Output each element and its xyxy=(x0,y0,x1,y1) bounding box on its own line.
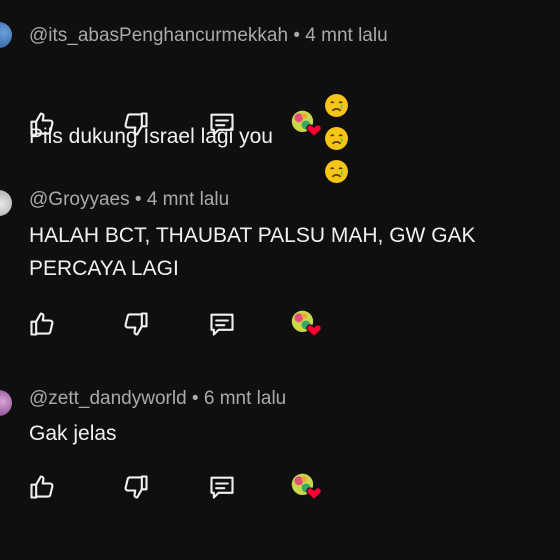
crying-face-emoji xyxy=(324,126,348,150)
like-button[interactable] xyxy=(26,471,58,503)
thumbs-up-icon xyxy=(30,312,54,336)
creator-heart-icon xyxy=(291,473,322,501)
reply-button[interactable] xyxy=(206,108,238,140)
avatar[interactable] xyxy=(0,22,12,48)
timestamp: 6 mnt lalu xyxy=(203,388,287,409)
creator-heart xyxy=(290,471,322,503)
like-button[interactable] xyxy=(26,308,58,340)
thumbs-down-icon xyxy=(124,112,148,136)
thumbs-down-icon xyxy=(124,475,148,499)
thumbs-up-icon xyxy=(30,112,54,136)
crying-face-emoji xyxy=(324,93,348,117)
dislike-button[interactable] xyxy=(120,471,152,503)
author-handle[interactable]: @Groyyaes xyxy=(29,189,130,210)
reply-comment-icon xyxy=(210,313,234,336)
meta-separator: • xyxy=(288,25,306,46)
author-handle[interactable]: @zett_dandyworld xyxy=(29,388,187,409)
crying-face-emoji xyxy=(324,159,348,183)
creator-heart-icon xyxy=(291,310,322,338)
meta-separator: • xyxy=(129,189,147,210)
timestamp: 4 mnt lalu xyxy=(146,189,230,210)
timestamp: 4 mnt lalu xyxy=(305,25,388,46)
thumbs-up-icon xyxy=(30,475,54,499)
thumbs-down-icon xyxy=(124,312,148,336)
comment-text: HALAH BCT, THAUBAT PALSU MAH, GW GAK PER… xyxy=(29,224,476,280)
comment-meta: @Groyyaes • 4 mnt lalu xyxy=(29,189,229,211)
reply-comment-icon xyxy=(210,476,234,499)
meta-separator: • xyxy=(186,388,204,409)
avatar[interactable] xyxy=(0,390,12,416)
reply-comment-icon xyxy=(210,113,234,136)
creator-heart xyxy=(290,108,322,140)
comment-text: Gak jelas xyxy=(29,422,117,445)
creator-heart xyxy=(290,308,322,340)
comment-meta: @zett_dandyworld • 6 mnt lalu xyxy=(29,388,286,410)
like-button[interactable] xyxy=(26,108,58,140)
comment-feed: @its_abasPenghancurmekkah • 4 mnt lalu P… xyxy=(0,0,560,560)
comment-meta: @its_abasPenghancurmekkah • 4 mnt lalu xyxy=(29,25,388,47)
reply-button[interactable] xyxy=(206,308,238,340)
avatar[interactable] xyxy=(0,190,12,216)
dislike-button[interactable] xyxy=(120,308,152,340)
reply-button[interactable] xyxy=(206,471,238,503)
author-handle[interactable]: @its_abasPenghancurmekkah xyxy=(29,25,288,46)
dislike-button[interactable] xyxy=(120,108,152,140)
creator-heart-icon xyxy=(291,110,322,138)
